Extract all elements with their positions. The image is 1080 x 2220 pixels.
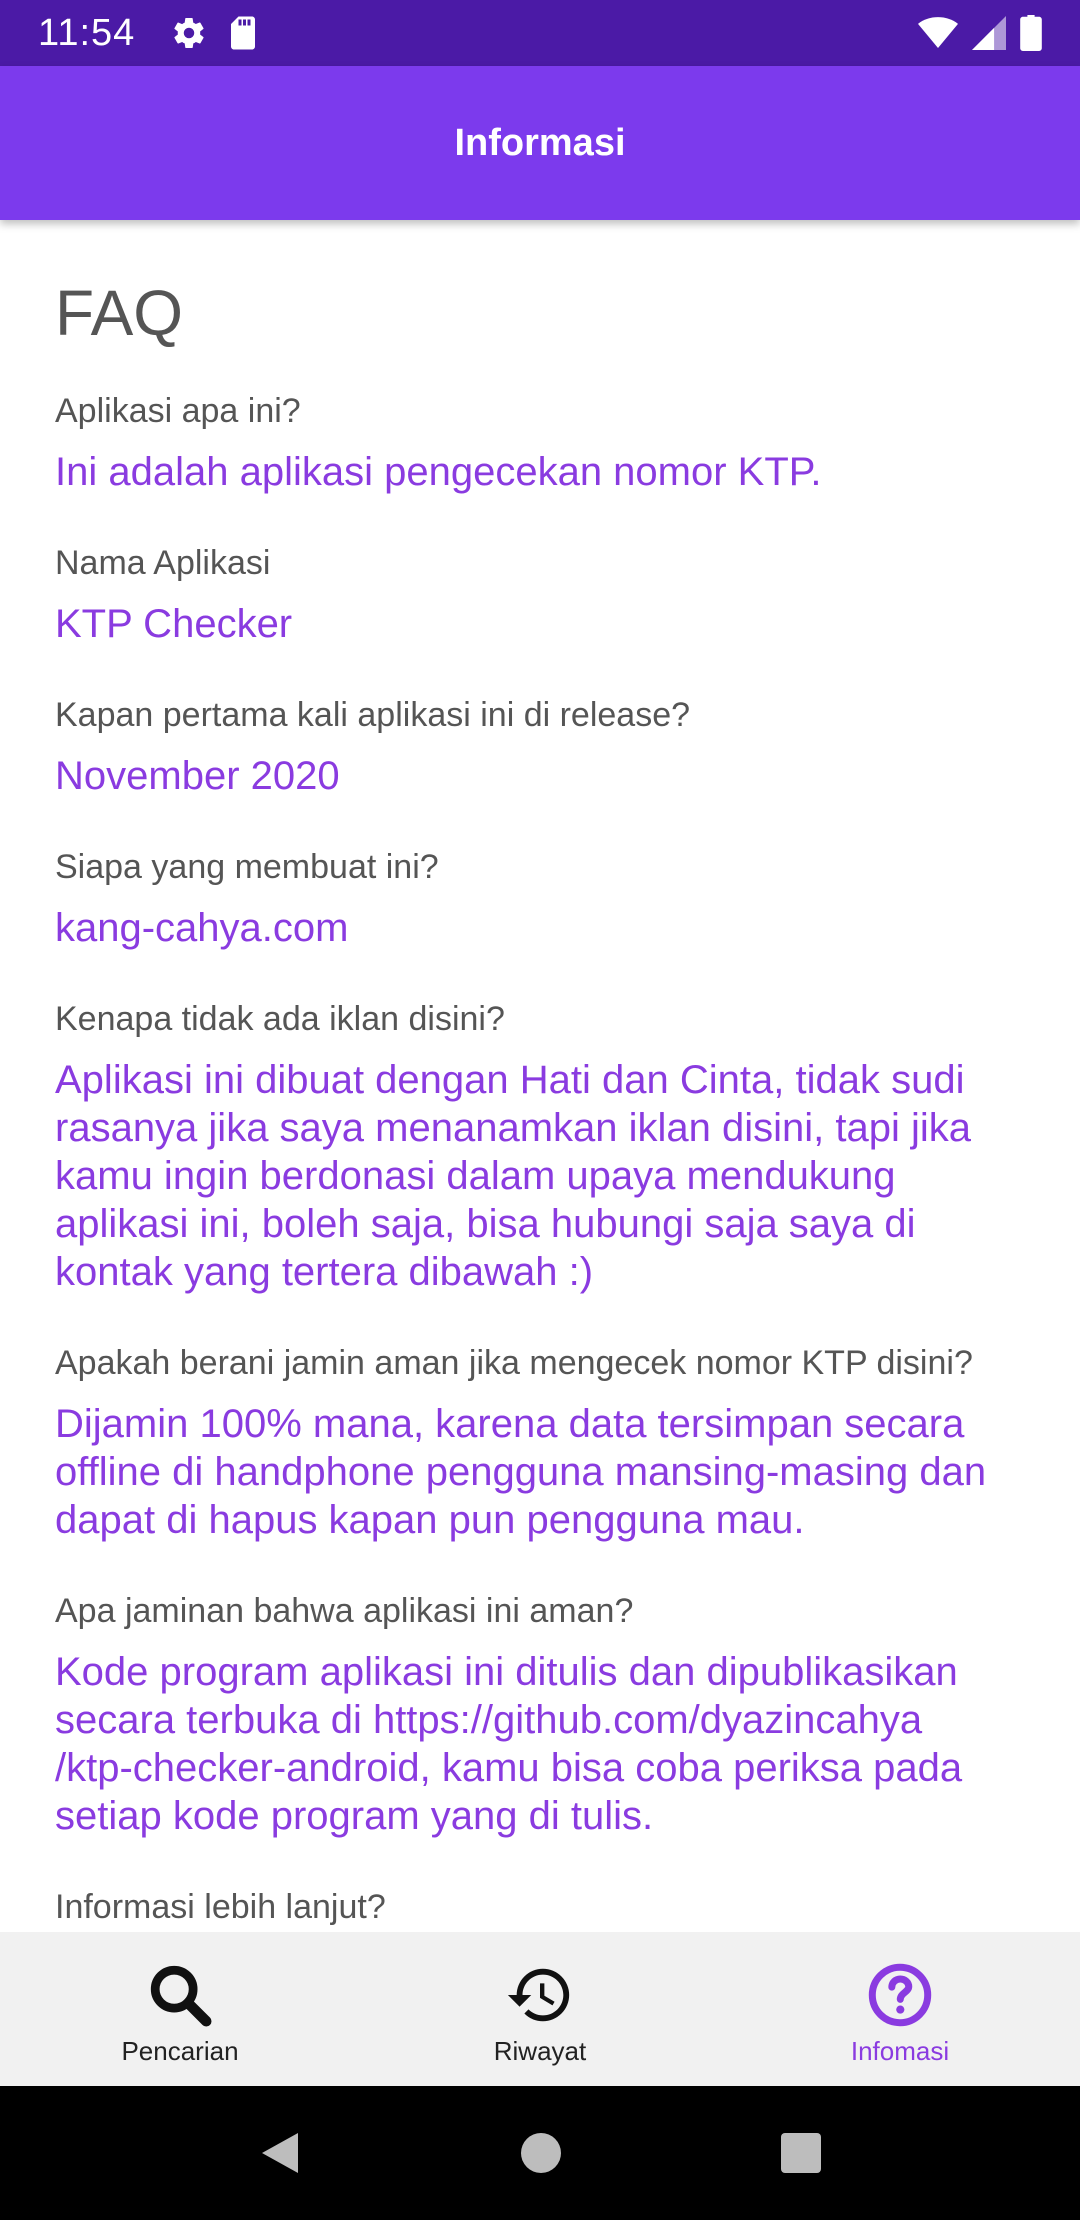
back-icon[interactable] [258,2129,302,2177]
faq-content[interactable]: FAQ Aplikasi apa ini? Ini adalah aplikasi… [0,220,1080,1932]
faq-question: Nama Aplikasi [55,544,271,583]
faq-answer: kang-cahya.com [55,906,349,951]
faq-item: Kapan pertama kali aplikasi ini di relea… [55,692,1025,800]
nav-label-riwayat: Riwayat [493,2035,587,2066]
battery-icon [1020,15,1042,51]
status-bar: 11:54 [0,0,1080,66]
nav-item-infomasi[interactable]: Infomasi [720,1932,1080,2086]
faq-item: Apakah berani jamin aman jika mengecek n… [55,1340,1025,1544]
system-navigation-bar [0,2086,1080,2220]
faq-answer: Dijamin 100% mana, karena data tersimpan… [55,1402,987,1543]
faq-question: Siapa yang membuat ini? [55,848,439,887]
page-title: Informasi [454,121,626,164]
home-icon[interactable] [519,2131,563,2175]
faq-question: Informasi lebih lanjut? [55,1888,386,1927]
faq-question: Apa jaminan bahwa aplikasi ini aman? [55,1592,634,1631]
status-time: 11:54 [38,11,136,54]
sd-card-icon [227,15,259,51]
bottom-navigation: Pencarian Riwayat Infomasi [0,1932,1080,2086]
search-icon [145,1960,215,2030]
app-bar: Informasi [0,66,1080,220]
status-right-icons [918,15,1042,51]
faq-item: Aplikasi apa ini? Ini adalah aplikasi pen… [55,388,1025,496]
faq-item: Kenapa tidak ada iklan disini? Aplikasi i… [55,996,1025,1296]
wifi-icon [918,16,958,50]
signal-icon [972,16,1006,50]
help-circle-icon [865,1960,935,2030]
nav-item-riwayat[interactable]: Riwayat [360,1932,720,2086]
faq-heading: FAQ [55,277,184,349]
faq-question: Apakah berani jamin aman jika mengecek n… [55,1344,973,1383]
faq-answer: Aplikasi ini dibuat dengan Hati dan Cint… [55,1058,972,1295]
faq-item: Siapa yang membuat ini? kang-cahya.com [55,844,1025,952]
history-icon [505,1960,575,2030]
faq-item: Nama Aplikasi KTP Checker [55,540,1025,648]
faq-question: Kapan pertama kali aplikasi ini di relea… [55,696,691,735]
settings-icon [171,15,207,51]
faq-list: Aplikasi apa ini? Ini adalah aplikasi pen… [55,388,1025,1930]
faq-question: Kenapa tidak ada iklan disini? [55,1000,505,1039]
faq-answer: KTP Checker [55,602,293,647]
faq-item: Informasi lebih lanjut? [55,1884,1025,1930]
screen: 11:54 Informasi FAQ Aplikasi apa ini? In… [0,0,1080,2220]
faq-answer: November 2020 [55,754,340,799]
faq-item: Apa jaminan bahwa aplikasi ini aman? Kode… [55,1588,1025,1840]
nav-label-infomasi: Infomasi [850,2035,950,2066]
status-left-icons [171,15,259,51]
faq-answer: Kode program aplikasi ini ditulis dan di… [55,1650,963,1839]
nav-label-pencarian: Pencarian [121,2035,239,2066]
recents-icon[interactable] [780,2132,822,2174]
faq-answer: Ini adalah aplikasi pengecekan nomor KTP… [55,450,822,495]
nav-item-pencarian[interactable]: Pencarian [0,1932,360,2086]
faq-question: Aplikasi apa ini? [55,392,301,431]
